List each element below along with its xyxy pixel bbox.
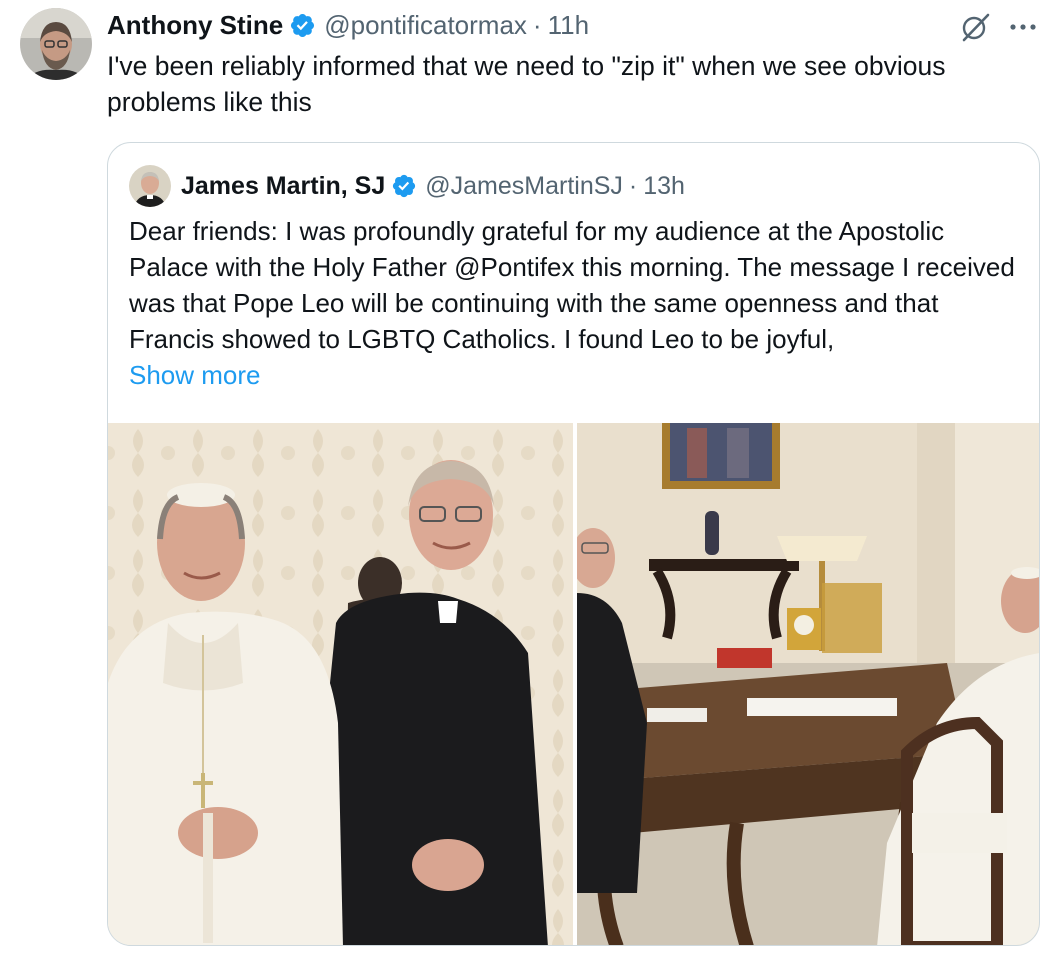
grok-slash-icon[interactable] — [958, 12, 992, 42]
quote-author-handle[interactable]: @JamesMartinSJ — [425, 172, 623, 201]
quote-time[interactable]: 13h — [643, 172, 685, 201]
tweet-header: Anthony Stine @pontificatormax · 11h — [107, 8, 589, 42]
show-more-link[interactable]: Show more — [129, 360, 261, 390]
quote-author-avatar[interactable] — [129, 165, 171, 207]
quote-header: James Martin, SJ @JamesMartinSJ · 13h — [181, 169, 685, 203]
verified-badge-icon[interactable] — [289, 12, 316, 39]
quote-body: Dear friends: I was profoundly grateful … — [129, 216, 1015, 354]
author-avatar[interactable] — [20, 8, 92, 80]
quote-author-name[interactable]: James Martin, SJ — [181, 172, 385, 201]
more-dots-icon[interactable] — [1008, 20, 1038, 34]
author-handle[interactable]: @pontificatormax — [324, 10, 527, 41]
separator-dot: · — [628, 171, 638, 200]
quote-text: Dear friends: I was profoundly grateful … — [129, 213, 1024, 393]
verified-badge-icon[interactable] — [391, 173, 417, 199]
author-name[interactable]: Anthony Stine — [107, 10, 283, 41]
tweet-text: I've been reliably informed that we need… — [107, 51, 946, 117]
tweet-time[interactable]: 11h — [548, 10, 589, 41]
photo-meeting-at-desk[interactable] — [577, 423, 1039, 945]
separator-dot: · — [532, 9, 542, 40]
quote-tweet-card[interactable]: James Martin, SJ @JamesMartinSJ · 13h De… — [107, 142, 1040, 946]
photo-portrait-two-men[interactable] — [108, 423, 573, 945]
